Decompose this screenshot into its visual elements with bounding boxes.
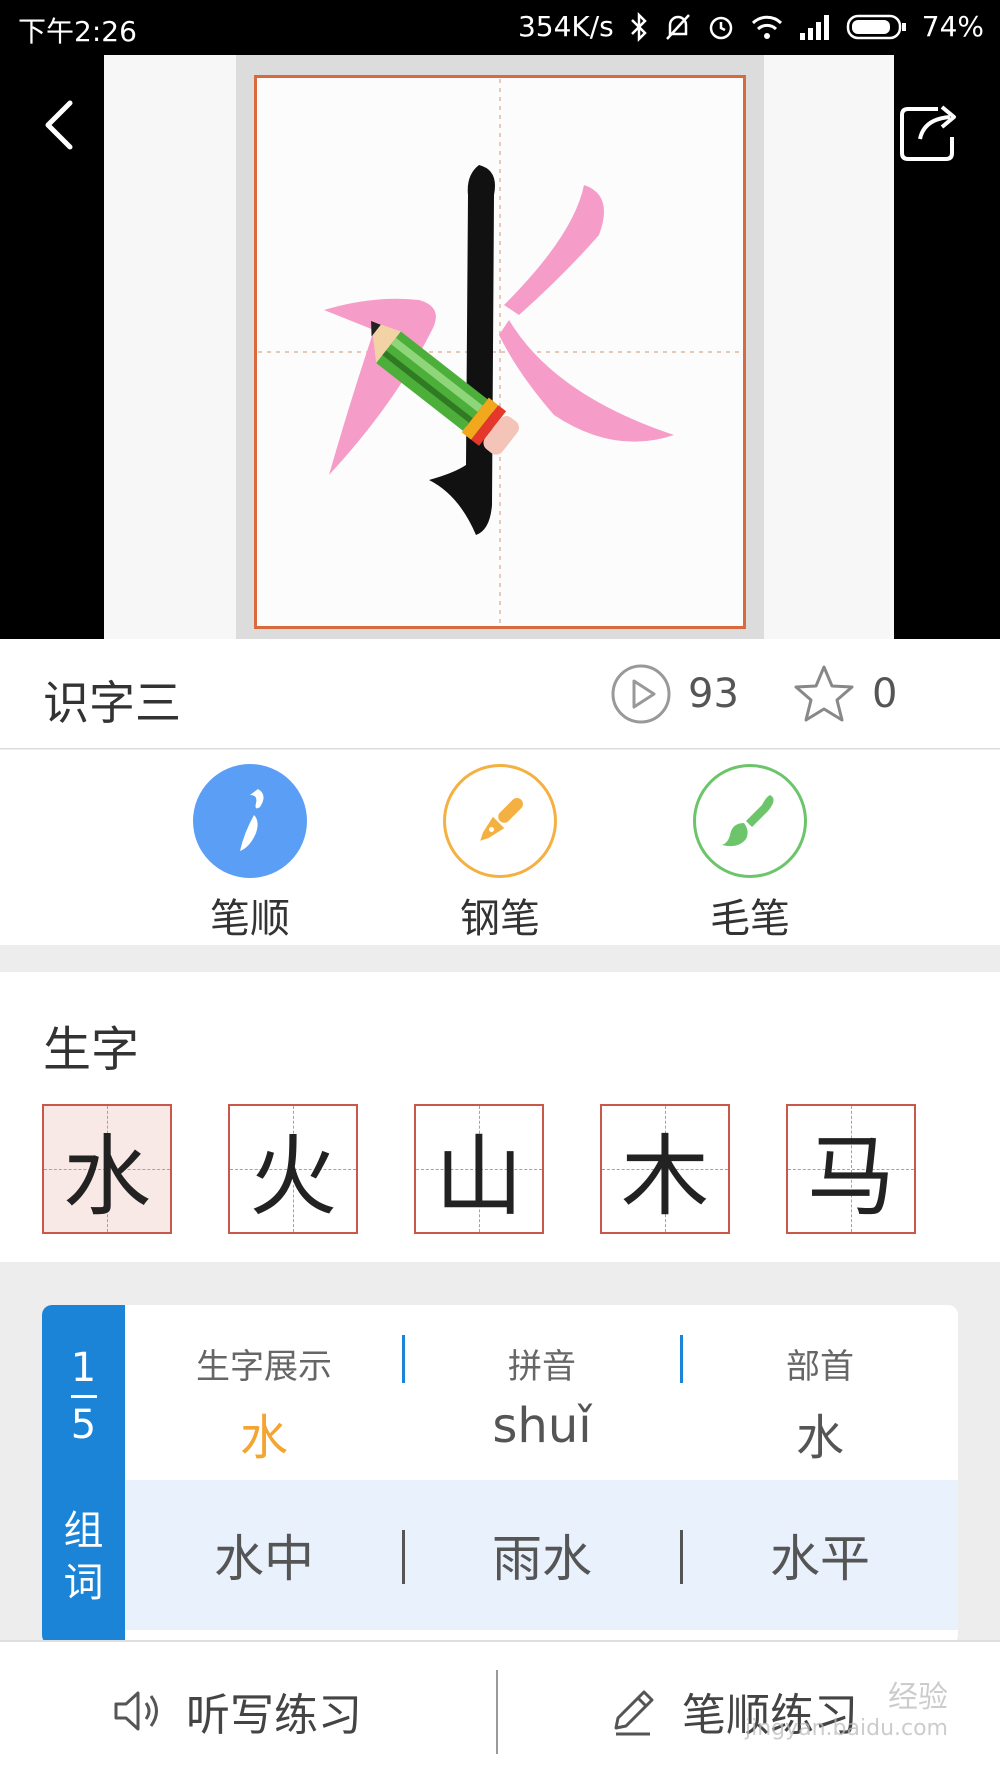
alarm-icon	[709, 16, 733, 39]
words-label: 组 词	[42, 1505, 125, 1609]
character-cell[interactable]: 山	[414, 1104, 544, 1234]
writing-mode-selector: 笔顺 钢笔 毛笔	[0, 750, 1000, 945]
character-cell-text: 山	[434, 1124, 523, 1228]
fountain-pen-icon	[443, 764, 557, 878]
favorite-count[interactable]: 0	[792, 663, 897, 725]
character-properties: 生字展示 水 拼音 shuǐ 部首 水	[125, 1305, 958, 1480]
character-cell[interactable]: 水	[42, 1104, 172, 1234]
mode-fountain-pen-label: 钢笔	[460, 896, 540, 942]
lesson-title: 识字三	[43, 676, 181, 730]
display-label: 生字展示	[196, 1347, 332, 1387]
divider	[496, 1670, 498, 1754]
favorite-count-value: 0	[872, 671, 898, 717]
character-cell-text: 马	[806, 1124, 895, 1228]
radical-column: 部首 水	[681, 1339, 958, 1468]
character-detail-card: 1 5 组 词 生字展示 水 拼音 shuǐ 部首 水 水中 雨水 水平	[42, 1305, 958, 1645]
words-label-line1: 组	[63, 1508, 104, 1554]
back-icon[interactable]	[36, 95, 86, 155]
page-indicator: 1 5	[42, 1345, 125, 1448]
play-count[interactable]: 93	[610, 663, 739, 725]
network-speed: 354K/s	[517, 10, 614, 43]
mode-stroke-order[interactable]: 笔顺	[190, 764, 310, 944]
watermark-sub: jingyan.baidu.com	[744, 1716, 948, 1741]
pinyin-column: 拼音 shuǐ	[403, 1339, 681, 1454]
watermark-text: 经验	[888, 1680, 948, 1715]
character-cell-text: 火	[248, 1124, 337, 1228]
bell-muted-icon	[665, 13, 690, 40]
brush-icon	[693, 764, 807, 878]
word-item[interactable]: 水中	[125, 1480, 403, 1630]
signal-icon	[799, 14, 829, 40]
mode-brush[interactable]: 毛笔	[690, 764, 810, 944]
lesson-info-row: 识字三 93 0	[0, 639, 1000, 749]
animated-character	[258, 79, 742, 625]
new-characters-section: 生字 水 火 山 木 马	[0, 972, 1000, 1262]
status-time: 下午2:26	[18, 15, 137, 48]
character-cell-text: 木	[620, 1124, 709, 1228]
radical-label: 部首	[786, 1347, 854, 1387]
display-column: 生字展示 水	[125, 1339, 403, 1468]
radical-value: 水	[795, 1410, 844, 1466]
word-item[interactable]: 水平	[681, 1480, 958, 1630]
new-characters-heading: 生字	[43, 1022, 140, 1078]
mode-brush-label: 毛笔	[710, 896, 790, 942]
play-count-value: 93	[688, 671, 739, 717]
word-list: 水中 雨水 水平	[125, 1480, 958, 1630]
pinyin-value: shuǐ	[492, 1398, 592, 1454]
page-index: 1	[70, 1345, 97, 1391]
stroke-order-icon	[193, 764, 307, 878]
wifi-icon	[751, 15, 782, 39]
battery-icon	[846, 14, 906, 39]
pinyin-label: 拼音	[508, 1347, 576, 1387]
stroke-animation-player[interactable]	[0, 55, 1000, 639]
watermark: 经验 jingyan.baidu.com	[745, 1672, 948, 1741]
play-icon	[611, 664, 671, 724]
character-cell[interactable]: 木	[600, 1104, 730, 1234]
bluetooth-icon	[630, 11, 647, 42]
words-label-line2: 词	[63, 1560, 104, 1606]
animation-stage	[104, 55, 894, 639]
character-cell-text: 水	[62, 1124, 151, 1228]
display-value: 水	[239, 1410, 288, 1466]
character-cell[interactable]: 火	[228, 1104, 358, 1234]
character-cell[interactable]: 马	[786, 1104, 916, 1234]
mode-stroke-order-label: 笔顺	[210, 896, 290, 942]
speaker-icon	[114, 1691, 158, 1731]
status-bar: 下午2:26 354K/s 74%	[0, 0, 1000, 55]
share-icon[interactable]	[894, 95, 964, 165]
page-total: 5	[70, 1402, 97, 1448]
detail-sidebar: 1 5 组 词	[42, 1305, 125, 1645]
status-icons: 354K/s 74%	[518, 10, 984, 43]
dictation-practice-label: 听写练习	[186, 1690, 362, 1741]
mode-fountain-pen[interactable]: 钢笔	[440, 764, 560, 944]
word-item[interactable]: 雨水	[403, 1480, 681, 1630]
battery-percent: 74%	[921, 10, 984, 43]
pencil-edit-icon	[614, 1690, 654, 1736]
star-icon	[794, 665, 854, 722]
dictation-practice-button[interactable]: 听写练习	[110, 1642, 362, 1778]
